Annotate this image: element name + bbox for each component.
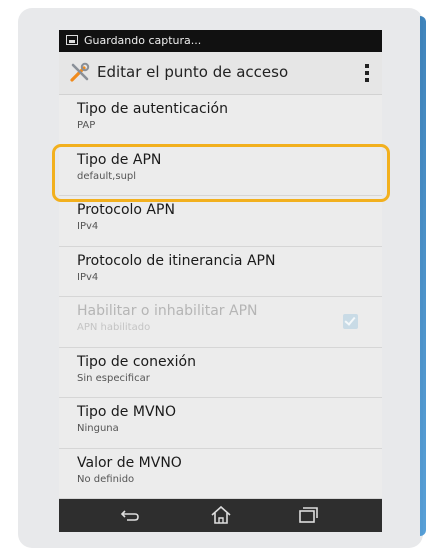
setting-title: Protocolo APN [77, 202, 175, 218]
home-icon[interactable] [209, 505, 233, 525]
setting-title: Tipo de MVNO [77, 404, 177, 420]
setting-enable-apn: Habilitar o inhabilitar APN APN habilita… [59, 297, 382, 348]
recents-icon[interactable] [296, 505, 320, 525]
status-bar: Guardando captura... [59, 30, 382, 52]
tools-icon[interactable] [69, 61, 91, 83]
setting-title: Tipo de conexión [77, 353, 196, 370]
back-icon[interactable] [118, 505, 142, 525]
setting-value: Ninguna [77, 423, 119, 434]
setting-value: IPv4 [77, 221, 99, 232]
overflow-menu-icon[interactable] [364, 64, 370, 82]
phone-screen: Guardando captura... Editar el punto de … [59, 30, 382, 532]
setting-value: PAP [77, 120, 96, 131]
setting-value: IPv4 [77, 271, 99, 283]
setting-value: APN habilitado [77, 322, 151, 333]
action-bar: Editar el punto de acceso [59, 52, 382, 95]
highlight-apn-type [52, 144, 390, 202]
setting-value: Sin especificar [77, 372, 150, 384]
setting-connection-type[interactable]: Tipo de conexión Sin especificar [59, 348, 382, 398]
setting-title: Habilitar o inhabilitar APN [77, 303, 258, 319]
enable-apn-checkbox [343, 314, 358, 329]
page-title: Editar el punto de acceso [97, 63, 289, 81]
status-text: Guardando captura... [84, 34, 202, 47]
setting-mvno-value[interactable]: Valor de MVNO No definido [59, 449, 382, 499]
setting-apn-protocol[interactable]: Protocolo APN IPv4 [59, 196, 382, 247]
setting-mvno-type[interactable]: Tipo de MVNO Ninguna [59, 398, 382, 449]
setting-title: Protocolo de itinerancia APN [77, 252, 276, 269]
card-edge-accent [420, 16, 426, 536]
setting-title: Tipo de autenticación [77, 101, 228, 117]
setting-title: Valor de MVNO [77, 454, 182, 471]
screenshot-icon [66, 35, 78, 45]
setting-value: No definido [77, 473, 135, 485]
navigation-bar [59, 499, 382, 532]
setting-auth-type[interactable]: Tipo de autenticación PAP [59, 95, 382, 146]
setting-roaming-protocol[interactable]: Protocolo de itinerancia APN IPv4 [59, 247, 382, 297]
